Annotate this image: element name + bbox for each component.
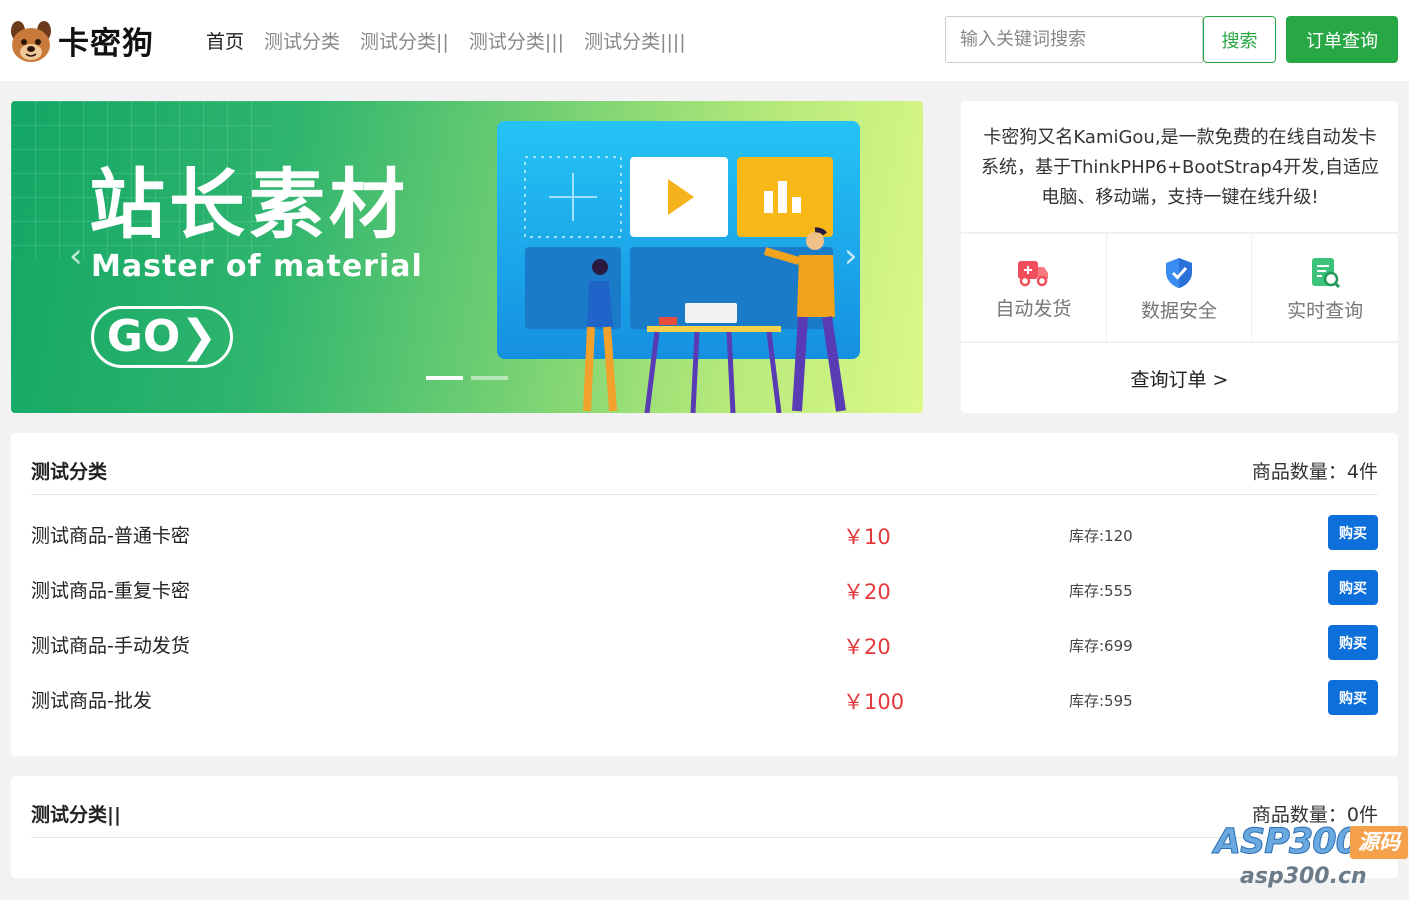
category-title: 测试分类 — [31, 461, 108, 483]
dog-logo-icon — [11, 20, 51, 62]
product-price: ￥20 — [843, 580, 891, 604]
product-price: ￥20 — [843, 635, 891, 659]
product-row[interactable]: 测试商品-手动发货 ￥20 库存:699 购买 — [31, 625, 1378, 661]
buy-button[interactable]: 购买 — [1328, 515, 1378, 550]
product-name[interactable]: 测试商品-重复卡密 — [31, 576, 190, 603]
category-title: 测试分类|| — [31, 804, 121, 826]
carousel-dot-1[interactable] — [426, 376, 463, 380]
product-name[interactable]: 测试商品-批发 — [31, 686, 152, 713]
product-price: ￥100 — [843, 690, 905, 714]
feature-list: 自动发货 数据安全 实时查询 — [961, 234, 1398, 341]
feature-data-security: 数据安全 — [1107, 234, 1253, 341]
nav-item-home[interactable]: 首页 — [206, 27, 244, 54]
site-description: 卡密狗又名KamiGou,是一款免费的在线自动发卡系统，基于ThinkPHP6+… — [981, 127, 1379, 208]
category-header: 测试分类 商品数量：4件 — [31, 457, 1378, 495]
carousel-indicators — [426, 376, 516, 380]
search-input[interactable] — [945, 16, 1203, 63]
product-name[interactable]: 测试商品-手动发货 — [31, 631, 190, 658]
carousel-prev-arrow[interactable]: ‹ — [69, 236, 83, 276]
buy-button[interactable]: 购买 — [1328, 680, 1378, 715]
product-row[interactable]: 测试商品-批发 ￥100 库存:595 购买 — [31, 680, 1378, 716]
product-stock: 库存:699 — [1069, 637, 1133, 655]
watermark-url: asp300.cn — [1240, 864, 1367, 889]
banner-carousel[interactable]: 站长素材 Master of material GO❯ ‹ › — [11, 101, 923, 413]
category-count: 商品数量：4件 — [1251, 461, 1378, 483]
category-card: 测试分类|| 商品数量：0件 — [11, 776, 1398, 878]
order-query-button[interactable]: 订单查询 — [1286, 16, 1398, 63]
banner-illustration — [497, 121, 860, 413]
feature-label-auto-delivery: 自动发货 — [995, 298, 1072, 320]
shield-check-icon — [1166, 258, 1193, 288]
category-card: 测试分类 商品数量：4件 测试商品-普通卡密 ￥10 库存:120 购买 测试商… — [11, 433, 1398, 756]
site-logo[interactable]: 卡密狗 — [10, 18, 154, 63]
watermark: ASP300 源码 asp300.cn — [1213, 822, 1409, 900]
product-row[interactable]: 测试商品-普通卡密 ￥10 库存:120 购买 — [31, 515, 1378, 551]
banner-subtitle: Master of material — [91, 249, 423, 284]
product-stock: 库存:555 — [1069, 582, 1133, 600]
banner-title: 站长素材 — [89, 160, 409, 249]
nav-item-category-2[interactable]: 测试分类|| — [360, 27, 449, 54]
nav-item-category-3[interactable]: 测试分类||| — [469, 27, 564, 54]
feature-label-data-security: 数据安全 — [1141, 300, 1218, 322]
watermark-logo: ASP300 — [1213, 822, 1360, 863]
product-name[interactable]: 测试商品-普通卡密 — [31, 521, 190, 548]
buy-button[interactable]: 购买 — [1328, 570, 1378, 605]
document-search-icon — [1312, 258, 1341, 289]
nav-item-category-1[interactable]: 测试分类 — [264, 27, 340, 54]
product-price: ￥10 — [843, 525, 891, 549]
product-stock: 库存:595 — [1069, 692, 1133, 710]
carousel-next-arrow[interactable]: › — [844, 236, 858, 276]
main-nav: 首页 测试分类 测试分类|| 测试分类||| 测试分类|||| — [206, 27, 706, 54]
top-header: 卡密狗 首页 测试分类 测试分类|| 测试分类||| 测试分类|||| 搜索 订… — [0, 0, 1409, 81]
product-row[interactable]: 测试商品-重复卡密 ￥20 库存:555 购买 — [31, 570, 1378, 606]
info-panel: 卡密狗又名KamiGou,是一款免费的在线自动发卡系统，基于ThinkPHP6+… — [961, 101, 1398, 413]
search-button[interactable]: 搜索 — [1203, 16, 1276, 63]
query-order-link[interactable]: 查询订单 > — [961, 365, 1398, 392]
feature-label-realtime-query: 实时查询 — [1287, 300, 1364, 322]
logo-text: 卡密狗 — [58, 26, 154, 62]
feature-auto-delivery: 自动发货 — [961, 234, 1107, 341]
carousel-dot-2[interactable] — [471, 376, 508, 380]
nav-item-category-4[interactable]: 测试分类|||| — [584, 27, 686, 54]
watermark-tag: 源码 — [1350, 826, 1408, 859]
product-stock: 库存:120 — [1069, 527, 1133, 545]
buy-button[interactable]: 购买 — [1328, 625, 1378, 660]
banner-go-button[interactable]: GO❯ — [91, 306, 233, 368]
truck-icon — [1018, 261, 1049, 287]
category-header: 测试分类|| 商品数量：0件 — [31, 800, 1378, 838]
feature-realtime-query: 实时查询 — [1252, 234, 1398, 341]
divider — [961, 341, 1398, 343]
